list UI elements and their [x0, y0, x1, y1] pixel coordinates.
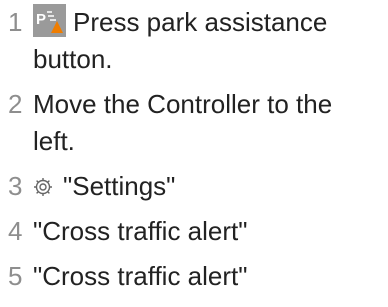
- park-assist-icon: P: [33, 4, 66, 37]
- step-number: 4: [8, 216, 23, 246]
- step-text: Move the Controller to the left.: [33, 86, 386, 160]
- step-text: "Cross traffic alert": [33, 258, 386, 295]
- step-line: "Cross traffic alert": [33, 261, 248, 291]
- step-number: 1: [8, 7, 23, 37]
- svg-text:P: P: [36, 11, 46, 28]
- instruction-steps: 1 P Press park assistance button. 2 Move …: [0, 0, 388, 307]
- step-line: button.: [33, 44, 113, 74]
- step-text: "Cross traffic alert": [33, 213, 386, 250]
- step-line: "Settings": [33, 168, 386, 205]
- step-line: Move the Controller to the: [33, 89, 333, 119]
- step-line-text: Press park assistance: [73, 7, 328, 37]
- gear-icon: [33, 177, 53, 197]
- step-line: "Cross traffic alert": [33, 216, 248, 246]
- step-line: left.: [33, 126, 75, 156]
- step-number: 3: [8, 171, 23, 201]
- step-text: P Press park assistance button.: [33, 4, 386, 78]
- step-line: P Press park assistance: [33, 4, 386, 41]
- step-line-text: "Settings": [63, 171, 176, 201]
- step-number: 5: [8, 261, 23, 291]
- step-number: 2: [8, 89, 23, 119]
- step-text: "Settings": [33, 168, 386, 205]
